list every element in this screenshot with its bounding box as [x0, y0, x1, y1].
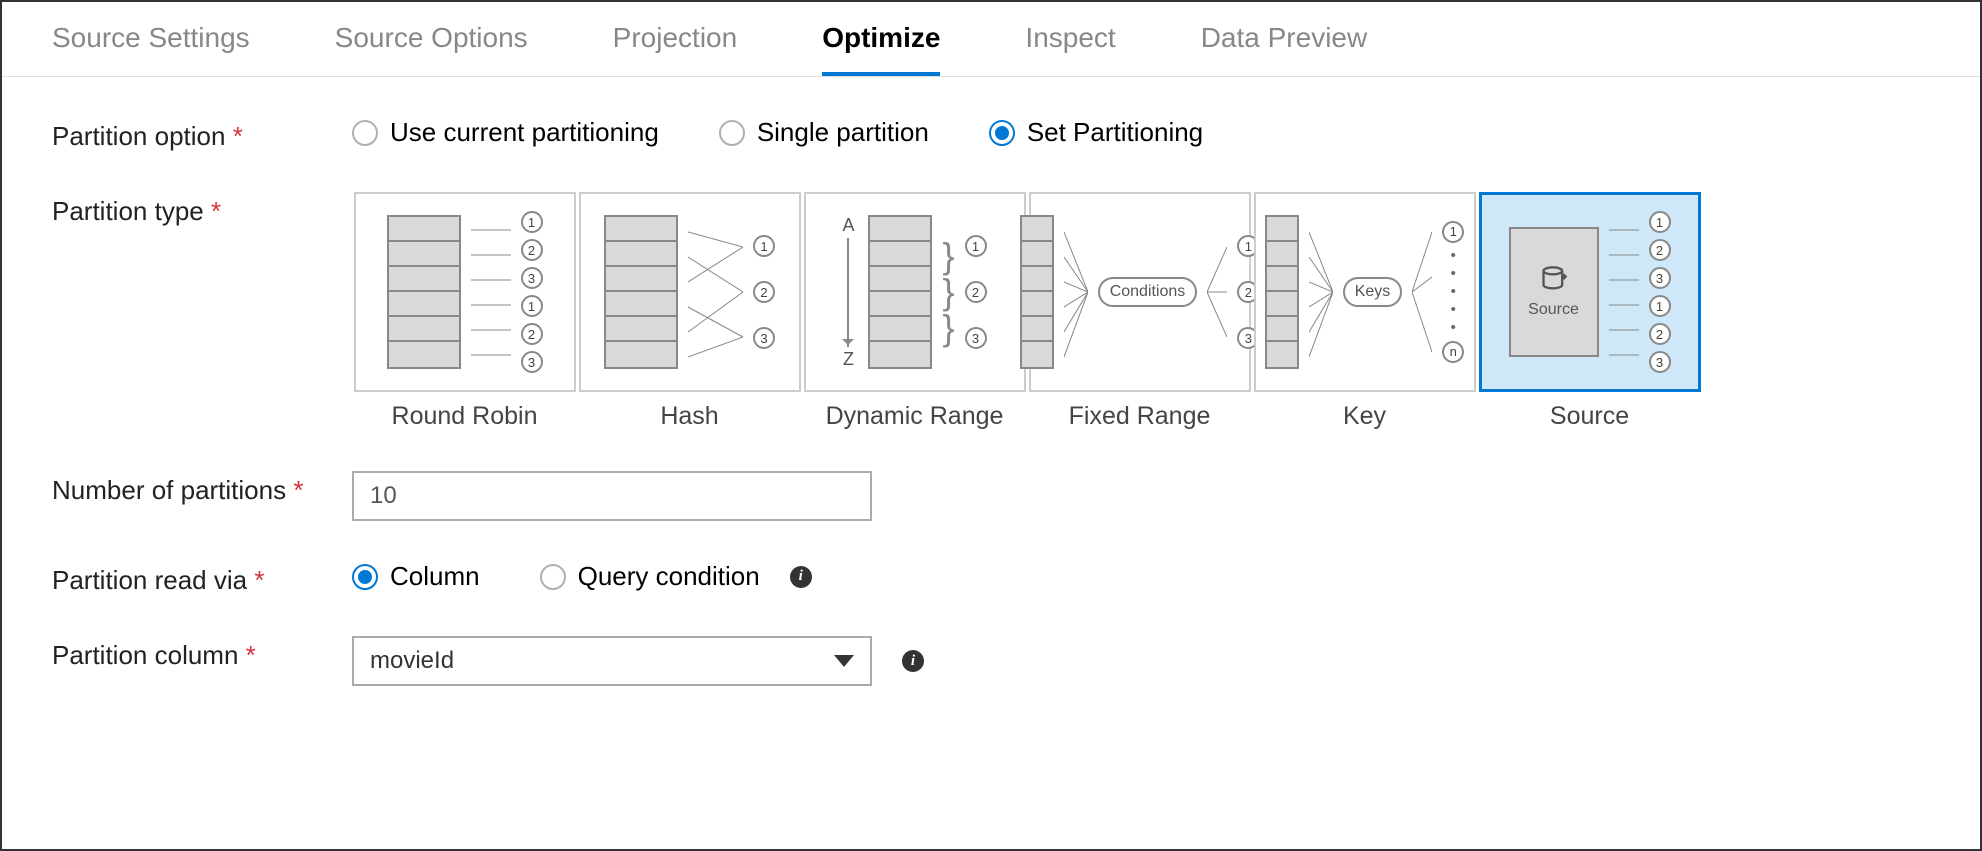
- radio-label: Column: [390, 561, 480, 592]
- card-label-dynamic-range: Dynamic Range: [826, 402, 1004, 431]
- num-partitions-input[interactable]: [352, 471, 872, 521]
- info-icon[interactable]: i: [790, 566, 812, 588]
- radio-query-condition[interactable]: Query condition: [540, 561, 760, 592]
- partition-type-fixed-range[interactable]: Conditions 123: [1029, 192, 1251, 392]
- tab-optimize[interactable]: Optimize: [822, 22, 940, 76]
- radio-label: Use current partitioning: [390, 117, 659, 148]
- keys-label: Keys: [1343, 277, 1403, 307]
- partition-type-dynamic-range[interactable]: AZ }}} 123: [804, 192, 1026, 392]
- card-label-source: Source: [1550, 402, 1629, 431]
- database-icon: [1539, 265, 1569, 293]
- tab-bar: Source Settings Source Options Projectio…: [2, 2, 1980, 77]
- partition-type-key[interactable]: Keys 1•••••n: [1254, 192, 1476, 392]
- source-box-label: Source: [1528, 301, 1579, 319]
- chevron-down-icon: [834, 655, 854, 667]
- conditions-label: Conditions: [1098, 277, 1198, 307]
- radio-circle-icon: [540, 564, 566, 590]
- radio-label: Query condition: [578, 561, 760, 592]
- card-label-hash: Hash: [660, 402, 718, 431]
- card-label-key: Key: [1343, 402, 1386, 431]
- radio-circle-icon: [989, 120, 1015, 146]
- partition-type-label: Partition type *: [52, 192, 352, 227]
- partition-read-via-label: Partition read via *: [52, 561, 352, 596]
- tab-data-preview[interactable]: Data Preview: [1201, 22, 1368, 76]
- radio-label: Set Partitioning: [1027, 117, 1203, 148]
- dropdown-value: movieId: [370, 647, 454, 675]
- radio-circle-icon: [352, 564, 378, 590]
- tab-source-settings[interactable]: Source Settings: [52, 22, 250, 76]
- info-icon[interactable]: i: [902, 650, 924, 672]
- radio-use-current-partitioning[interactable]: Use current partitioning: [352, 117, 659, 148]
- partition-column-dropdown[interactable]: movieId: [352, 636, 872, 686]
- radio-circle-icon: [719, 120, 745, 146]
- radio-set-partitioning[interactable]: Set Partitioning: [989, 117, 1203, 148]
- tab-inspect[interactable]: Inspect: [1025, 22, 1115, 76]
- partition-option-label: Partition option *: [52, 117, 352, 152]
- tab-projection[interactable]: Projection: [613, 22, 738, 76]
- radio-column[interactable]: Column: [352, 561, 480, 592]
- num-partitions-label: Number of partitions *: [52, 471, 352, 506]
- partition-type-round-robin[interactable]: 123123: [354, 192, 576, 392]
- radio-label: Single partition: [757, 117, 929, 148]
- radio-circle-icon: [352, 120, 378, 146]
- radio-single-partition[interactable]: Single partition: [719, 117, 929, 148]
- partition-column-label: Partition column *: [52, 636, 352, 671]
- card-label-round-robin: Round Robin: [392, 402, 538, 431]
- tab-source-options[interactable]: Source Options: [335, 22, 528, 76]
- partition-type-hash[interactable]: 123: [579, 192, 801, 392]
- card-label-fixed-range: Fixed Range: [1069, 402, 1211, 431]
- partition-type-source[interactable]: Source 123123: [1479, 192, 1701, 392]
